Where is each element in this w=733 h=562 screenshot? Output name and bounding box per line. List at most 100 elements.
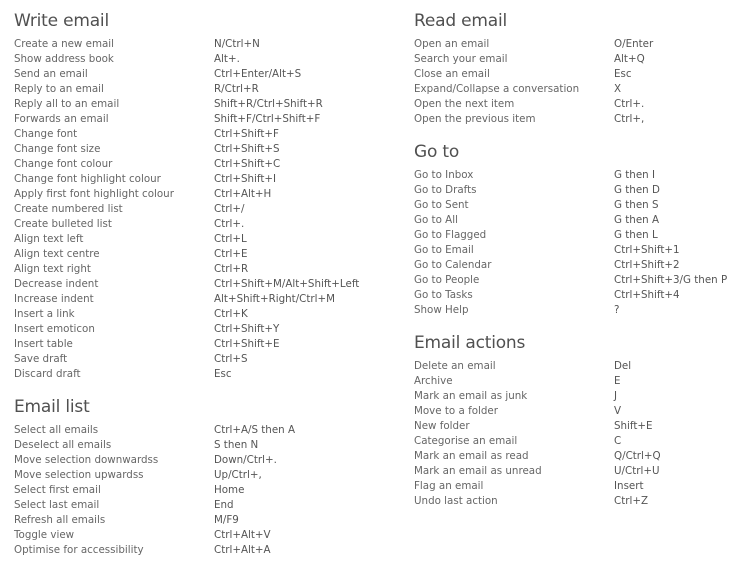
shortcut-keys: G then I: [614, 169, 655, 181]
shortcut-keys: Ctrl+.: [614, 98, 645, 110]
shortcut-keys: Ctrl+L: [214, 233, 247, 245]
shortcut-row: Change font Ctrl+Shift+F: [14, 127, 394, 142]
shortcut-keys: Alt+.: [214, 53, 240, 65]
shortcut-label: Change font size: [14, 143, 101, 155]
shortcut-row: Change font size Ctrl+Shift+S: [14, 142, 394, 157]
shortcut-keys: Ctrl+E: [214, 248, 248, 260]
shortcut-keys: Ctrl+Enter/Alt+S: [214, 68, 302, 80]
shortcut-row: Go to Tasks Ctrl+Shift+4: [414, 288, 733, 303]
shortcut-label: Move selection upwardss: [14, 469, 144, 481]
shortcut-label: Go to Tasks: [414, 289, 473, 301]
shortcut-label: Go to People: [414, 274, 480, 286]
shortcut-keys: Ctrl+S: [214, 353, 248, 365]
shortcut-keys: N/Ctrl+N: [214, 38, 260, 50]
section-title-go-to: Go to: [414, 142, 460, 162]
shortcut-keys: Alt+Q: [614, 53, 645, 65]
shortcut-keys: R/Ctrl+R: [214, 83, 259, 95]
shortcut-keys: Ctrl+Shift+I: [214, 173, 277, 185]
shortcut-row: Open an email O/Enter: [414, 37, 733, 52]
shortcut-keys: Ctrl+K: [214, 308, 248, 320]
shortcut-label: Undo last action: [414, 495, 498, 507]
shortcut-keys: Alt+Shift+Right/Ctrl+M: [214, 293, 336, 305]
section-write-email: Write email Create a new email N/Ctrl+N Sh…: [14, 9, 394, 382]
shortcut-keys: M/F9: [214, 514, 239, 526]
shortcut-row: Send an email Ctrl+Enter/Alt+S: [14, 67, 394, 82]
shortcut-label: Open the next item: [414, 98, 515, 110]
shortcut-label: Deselect all emails: [14, 439, 112, 451]
shortcut-row: Archive E: [414, 374, 733, 389]
shortcut-row: Delete an email Del: [414, 359, 733, 374]
section-read-email: Read email Open an email O/Enter Search yo…: [414, 9, 733, 127]
shortcut-row: Show address book Alt+.: [14, 52, 394, 67]
section-title-email-actions: Email actions: [414, 333, 526, 353]
shortcut-label: Create numbered list: [14, 203, 123, 215]
shortcut-label: New folder: [414, 420, 470, 432]
shortcut-label: Go to Drafts: [414, 184, 477, 196]
shortcut-row: Insert table Ctrl+Shift+E: [14, 337, 394, 352]
shortcut-list: Delete an email Del Archive E Mark an email …: [414, 359, 733, 509]
shortcut-keys: Ctrl+Shift+E: [214, 338, 280, 350]
shortcut-keys: Ctrl+Shift+4: [614, 289, 680, 301]
shortcut-label: Change font colour: [14, 158, 113, 170]
shortcut-label: Delete an email: [414, 360, 496, 372]
shortcut-label: Refresh all emails: [14, 514, 106, 526]
shortcut-label: Select last email: [14, 499, 100, 511]
shortcut-keys: X: [614, 83, 622, 95]
shortcut-label: Change font: [14, 128, 78, 140]
shortcut-label: Forwards an email: [14, 113, 109, 125]
shortcut-keys: Ctrl+Alt+H: [214, 188, 272, 200]
shortcut-row: Create bulleted list Ctrl+.: [14, 217, 394, 232]
shortcut-label: Go to All: [414, 214, 458, 226]
shortcut-keys: Ctrl+.: [214, 218, 245, 230]
shortcut-row: Go to Email Ctrl+Shift+1: [414, 243, 733, 258]
shortcut-keys: Ctrl+Shift+C: [214, 158, 281, 170]
shortcut-label: Go to Inbox: [414, 169, 474, 181]
shortcut-row: Go to Inbox G then I: [414, 168, 733, 183]
shortcut-label: Align text centre: [14, 248, 100, 260]
section-email-actions: Email actions Delete an email Del Archive E…: [414, 331, 733, 509]
shortcut-keys: Down/Ctrl+.: [214, 454, 277, 466]
shortcut-label: Create a new email: [14, 38, 115, 50]
shortcut-row: New folder Shift+E: [414, 419, 733, 434]
shortcut-row: Align text centre Ctrl+E: [14, 247, 394, 262]
shortcut-label: Insert emoticon: [14, 323, 95, 335]
shortcut-row: Go to All G then A: [414, 213, 733, 228]
shortcut-row: Expand/Collapse a conversation X: [414, 82, 733, 97]
shortcut-label: Open an email: [414, 38, 490, 50]
shortcut-keys: Ctrl+Shift+2: [614, 259, 680, 271]
shortcut-label: Align text right: [14, 263, 91, 275]
section-go-to: Go to Go to Inbox G then I Go to Drafts G t…: [414, 140, 733, 318]
shortcut-list: Select all emails Ctrl+A/S then A Deselect…: [14, 423, 394, 558]
shortcut-keys: Ctrl+,: [614, 113, 645, 125]
shortcut-row: Change font highlight colour Ctrl+Shift+I: [14, 172, 394, 187]
shortcut-row: Insert emoticon Ctrl+Shift+Y: [14, 322, 394, 337]
shortcut-label: Increase indent: [14, 293, 94, 305]
shortcut-label: Flag an email: [414, 480, 484, 492]
shortcut-row: Undo last action Ctrl+Z: [414, 494, 733, 509]
shortcut-row: Toggle view Ctrl+Alt+V: [14, 528, 394, 543]
shortcut-label: Optimise for accessibility: [14, 544, 144, 556]
shortcut-row: Open the next item Ctrl+.: [414, 97, 733, 112]
shortcut-keys: G then L: [614, 229, 658, 241]
shortcut-label: Reply to an email: [14, 83, 104, 95]
shortcut-label: Save draft: [14, 353, 68, 365]
shortcut-label: Search your email: [414, 53, 508, 65]
shortcut-keys: ?: [614, 304, 620, 316]
shortcut-label: Move selection downwardss: [14, 454, 159, 466]
right-column: Read email Open an email O/Enter Search yo…: [414, 9, 733, 509]
shortcut-row: Mark an email as unread U/Ctrl+U: [414, 464, 733, 479]
shortcut-row: Go to Calendar Ctrl+Shift+2: [414, 258, 733, 273]
shortcut-keys: Esc: [214, 368, 232, 380]
shortcut-row: Reply all to an email Shift+R/Ctrl+Shift+…: [14, 97, 394, 112]
shortcut-row: Select first email Home: [14, 483, 394, 498]
shortcut-label: Show Help: [414, 304, 469, 316]
shortcut-row: Apply first font highlight colour Ctrl+Al…: [14, 187, 394, 202]
shortcut-keys: G then D: [614, 184, 660, 196]
shortcut-row: Deselect all emails S then N: [14, 438, 394, 453]
shortcut-label: Categorise an email: [414, 435, 518, 447]
shortcut-keys: Shift+E: [614, 420, 653, 432]
shortcut-row: Align text right Ctrl+R: [14, 262, 394, 277]
shortcut-row: Align text left Ctrl+L: [14, 232, 394, 247]
shortcut-label: Apply first font highlight colour: [14, 188, 174, 200]
shortcut-row: Save draft Ctrl+S: [14, 352, 394, 367]
